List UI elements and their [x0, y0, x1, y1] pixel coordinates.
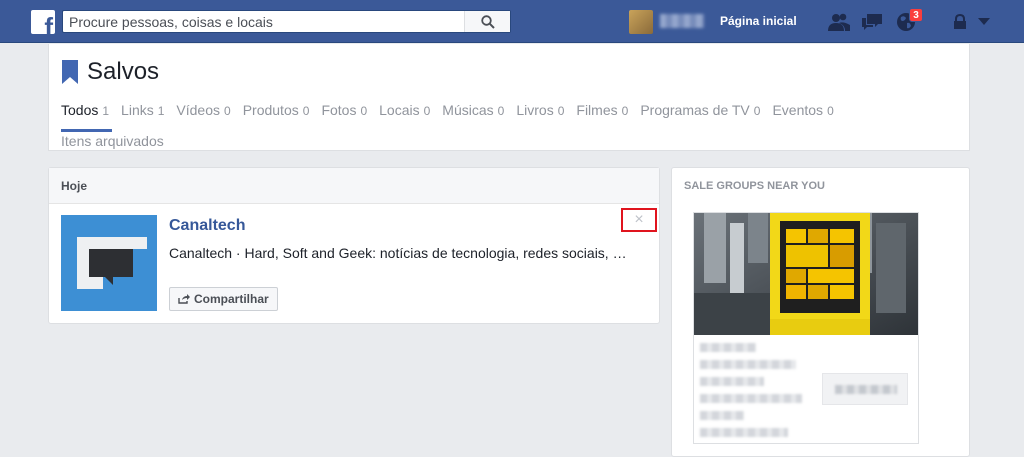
privacy-lock-icon[interactable]: [949, 11, 971, 33]
tab-photos[interactable]: Fotos 0: [321, 100, 367, 121]
tab-links[interactable]: Links 1: [121, 100, 164, 121]
sale-group-suggestion[interactable]: [693, 212, 919, 444]
sidebar-heading: SALE GROUPS NEAR YOU: [684, 180, 825, 192]
search-input[interactable]: [63, 11, 463, 32]
canaltech-logo-icon: [61, 215, 157, 311]
profile-name-link[interactable]: [660, 14, 704, 28]
avatar[interactable]: [629, 10, 653, 34]
saved-header-card: Salvos Todos 1 Links 1 Vídeos 0 Produtos 0 Fotos…: [48, 44, 970, 151]
facebook-logo-icon[interactable]: f: [31, 10, 55, 34]
tab-events[interactable]: Eventos 0: [772, 100, 833, 121]
account-menu-chevron-down-icon[interactable]: [973, 11, 995, 33]
share-icon: [178, 294, 190, 304]
tab-music[interactable]: Músicas 0: [442, 100, 504, 121]
search-button[interactable]: [464, 11, 510, 32]
share-button-label: Compartilhar: [194, 292, 269, 306]
tab-books[interactable]: Livros 0: [516, 100, 564, 121]
search-icon: [480, 14, 495, 29]
page-title: Salvos: [87, 58, 160, 85]
section-heading: Hoje: [49, 168, 659, 204]
top-navigation-bar: f Página inicial 3: [0, 0, 1024, 43]
notification-badge: 3: [909, 8, 923, 22]
tab-videos[interactable]: Vídeos 0: [176, 100, 230, 121]
tab-products[interactable]: Produtos 0: [243, 100, 310, 121]
group-cover-image[interactable]: [694, 213, 918, 335]
archived-items-link[interactable]: Itens arquivados: [61, 132, 164, 150]
join-group-button[interactable]: [822, 373, 908, 405]
sale-groups-sidebar: SALE GROUPS NEAR YOU: [671, 167, 970, 457]
tab-movies[interactable]: Filmes 0: [576, 100, 628, 121]
share-button[interactable]: Compartilhar: [169, 287, 278, 311]
search-bar: [62, 10, 511, 33]
item-thumbnail[interactable]: [61, 215, 157, 311]
item-description: Canaltech · Hard, Soft and Geek: notícia…: [169, 245, 629, 261]
home-link[interactable]: Página inicial: [720, 13, 797, 29]
messages-icon[interactable]: [861, 11, 883, 33]
saved-items-card: Hoje Canaltech Canaltech · Hard, Soft an…: [48, 167, 660, 324]
saved-tabs: Todos 1 Links 1 Vídeos 0 Produtos 0 Fotos 0 Locais…: [61, 100, 961, 121]
item-title-link[interactable]: Canaltech: [169, 216, 245, 236]
close-icon: ×: [634, 211, 644, 228]
bookmark-icon: [62, 60, 78, 84]
tab-places[interactable]: Locais 0: [379, 100, 430, 121]
tab-all[interactable]: Todos 1: [61, 100, 109, 121]
remove-item-button[interactable]: ×: [621, 208, 657, 232]
friend-requests-icon[interactable]: [828, 11, 850, 33]
logo-letter: f: [44, 12, 53, 34]
tab-tv-shows[interactable]: Programas de TV 0: [640, 100, 760, 121]
group-details-blurred: [700, 343, 802, 445]
